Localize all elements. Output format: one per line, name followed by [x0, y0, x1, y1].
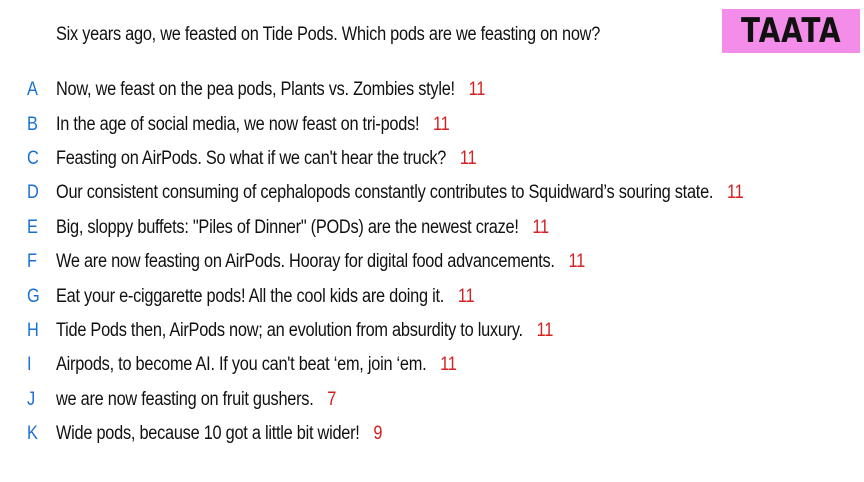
answer-score: 11	[457, 285, 475, 307]
answer-text: Big, sloppy buffets: "Piles of Dinner" (…	[56, 216, 519, 238]
answer-body: In the age of social media, we now feast…	[56, 112, 450, 138]
answer-body: Eat your e-ciggarette pods! All the cool…	[56, 284, 475, 310]
answer-text: In the age of social media, we now feast…	[56, 113, 420, 135]
answer-text: Wide pods, because 10 got a little bit w…	[56, 423, 360, 445]
answer-score: 11	[532, 216, 549, 238]
answer-score: 11	[726, 182, 744, 204]
answer-score: 11	[440, 354, 457, 376]
answer-letter: D	[27, 182, 39, 204]
answer-body: Now, we feast on the pea pods, Plants vs…	[56, 77, 485, 103]
answer-letter: H	[27, 319, 39, 341]
answer-body: Feasting on AirPods. So what if we can't…	[56, 146, 477, 172]
answer-text: Our consistent consuming of cephalopods …	[56, 182, 714, 204]
answer-text: Now, we feast on the pea pods, Plants vs…	[56, 79, 455, 101]
answer-score: 11	[459, 147, 477, 169]
answer-body: Our consistent consuming of cephalopods …	[56, 180, 744, 206]
answer-letter: B	[27, 113, 38, 135]
answer-score: 11	[536, 319, 554, 341]
answer-letter: K	[27, 423, 38, 445]
answer-text: Eat your e-ciggarette pods! All the cool…	[56, 285, 445, 307]
answer-text: Tide Pods then, AirPods now; an evolutio…	[56, 319, 523, 341]
answer-body: we are now feasting on fruit gushers. 7	[56, 387, 336, 413]
answer-letter: C	[27, 147, 39, 169]
answer-text: Airpods, to become AI. If you can't beat…	[56, 354, 427, 376]
answer-letter: I	[27, 354, 32, 376]
answer-score: 11	[433, 113, 450, 135]
answer-letter: A	[27, 79, 38, 101]
answer-body: Tide Pods then, AirPods now; an evolutio…	[56, 318, 553, 344]
answer-body: Wide pods, because 10 got a little bit w…	[56, 421, 382, 447]
logo-text: TAATA	[740, 11, 842, 51]
answer-body: Big, sloppy buffets: "Piles of Dinner" (…	[56, 215, 549, 241]
answer-score: 11	[468, 79, 486, 101]
answer-letter: F	[27, 251, 37, 273]
logo: TAATA	[722, 9, 860, 53]
answer-letter: G	[27, 285, 40, 307]
answer-body: We are now feasting on AirPods. Hooray f…	[56, 249, 585, 275]
answer-text: We are now feasting on AirPods. Hooray f…	[56, 251, 555, 273]
answer-text: Feasting on AirPods. So what if we can't…	[56, 147, 447, 169]
answer-score: 9	[373, 423, 383, 445]
answer-letter: E	[27, 216, 38, 238]
answer-score: 11	[568, 251, 585, 273]
question-text: Six years ago, we feasted on Tide Pods. …	[56, 24, 601, 45]
answer-text: we are now feasting on fruit gushers.	[56, 388, 314, 410]
answer-letter: J	[27, 388, 36, 410]
answer-score: 7	[327, 388, 337, 410]
answer-body: Airpods, to become AI. If you can't beat…	[56, 352, 457, 378]
